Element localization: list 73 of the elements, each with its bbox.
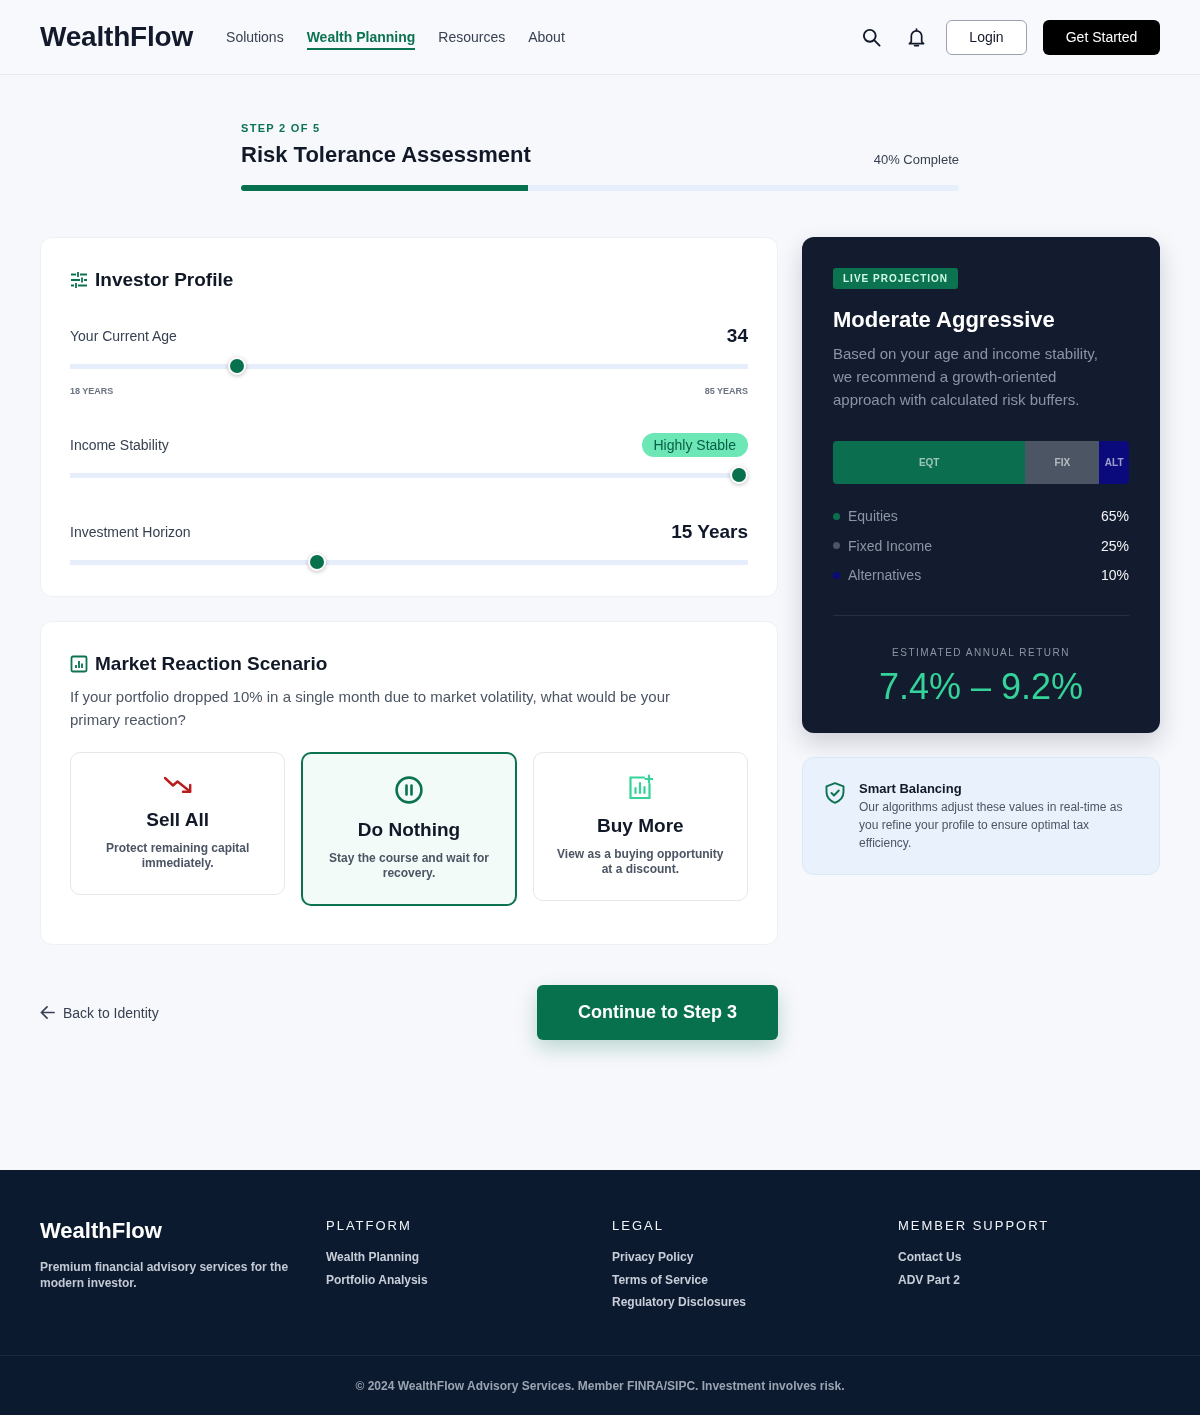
field-value: 15 Years (671, 521, 748, 543)
field-label: Income Stability (70, 437, 169, 453)
legend-value: 65% (1100, 508, 1129, 524)
reaction-option[interactable]: Do Nothing Stay the course and wait for recovery. (301, 752, 517, 906)
range-max-label: 85 YEARS (704, 385, 748, 397)
footer-heading: MEMBER SUPPORT (898, 1217, 1051, 1235)
return-label: ESTIMATED ANNUAL RETURN (891, 646, 1071, 660)
brand-logo[interactable]: WealthFlow (40, 21, 194, 53)
legend-value: 25% (1100, 537, 1129, 554)
footer-tagline: Premium financial advisory services for the modern investor. (40, 1259, 290, 1291)
range-min-label: 18 YEARS (70, 385, 114, 397)
legend-label: Equities (848, 508, 898, 524)
option-title: Do Nothing (357, 818, 461, 842)
nav-link[interactable]: Solutions (226, 24, 284, 50)
slider-thumb[interactable] (307, 553, 326, 571)
nav-link[interactable]: Wealth Planning (306, 24, 416, 50)
footer-link[interactable]: Contact Us (898, 1249, 962, 1265)
info-text: Our algorithms adjust these values in real-time as you refine your profile to ensure optimal tax efficiency. (859, 799, 1123, 852)
field-value: 34 (726, 325, 748, 347)
option-description: View as a buying opportunity at a discount. (556, 847, 725, 877)
option-title: Buy More (597, 814, 684, 838)
shield-check-icon (825, 782, 845, 804)
legend-label: Fixed Income (848, 537, 933, 554)
footer-link[interactable]: Portfolio Analysis (326, 1271, 428, 1288)
progress-status: 40% Complete (873, 151, 959, 169)
bell-icon[interactable] (908, 27, 925, 47)
page-title: Risk Tolerance Assessment (241, 141, 531, 169)
sliders-icon (70, 271, 88, 289)
footer-link[interactable]: Privacy Policy (612, 1249, 694, 1265)
nav-link[interactable]: Resources (438, 24, 506, 50)
slider-thumb[interactable] (228, 357, 247, 375)
allocation-segment: EQT (833, 441, 1026, 484)
login-button[interactable]: Login (946, 19, 1027, 55)
get-started-button[interactable]: Get Started (1043, 19, 1160, 55)
field-label: Your Current Age (70, 328, 177, 344)
status-badge: Highly Stable (641, 433, 748, 457)
footer-link[interactable]: Wealth Planning (326, 1249, 420, 1265)
footer-link[interactable]: Terms of Service (612, 1271, 708, 1288)
pause-icon (395, 776, 423, 804)
footer-logo: WealthFlow (40, 1217, 163, 1245)
step-label: STEP 2 OF 5 (241, 121, 322, 135)
return-value: 7.4% – 9.2% (877, 665, 1085, 709)
card-title: Market Reaction Scenario (95, 652, 328, 676)
arrow-left-icon (40, 1005, 55, 1020)
profile-title: Moderate Aggressive (833, 306, 1056, 334)
option-description: Stay the course and wait for recovery. (327, 851, 490, 881)
info-title: Smart Balancing (859, 780, 963, 798)
footer-heading: PLATFORM (326, 1217, 413, 1235)
footer-heading: LEGAL (612, 1217, 665, 1235)
option-title: Sell All (146, 808, 209, 832)
reaction-option[interactable]: Buy More View as a buying opportunity at a discount. (532, 752, 748, 901)
live-badge: LIVE PROJECTION (833, 268, 958, 289)
search-icon[interactable] (862, 27, 881, 47)
trend-down-icon (162, 774, 193, 794)
footer-link[interactable]: Regulatory Disclosures (612, 1294, 747, 1310)
profile-description: Based on your age and income stability, we recommend a growth-oriented approach with calculated risk buffers. (833, 344, 1099, 410)
card-title: Investor Profile (95, 268, 234, 292)
reaction-option[interactable]: Sell All Protect remaining capital immediately. (70, 752, 286, 895)
nav-link[interactable]: About (528, 24, 565, 50)
slider-thumb[interactable] (730, 466, 748, 484)
bar-chart-icon (70, 655, 88, 673)
continue-button[interactable]: Continue to Step 3 (537, 985, 778, 1040)
field-label: Investment Horizon (70, 524, 191, 540)
chart-plus-icon (627, 774, 654, 800)
question-text: If your portfolio dropped 10% in a single month due to market volatility, what would be your primary reaction? (70, 687, 672, 730)
legend-value: 10% (1100, 567, 1129, 583)
footer-link[interactable]: ADV Part 2 (898, 1271, 961, 1288)
option-description: Protect remaining capital immediately. (104, 841, 251, 871)
copyright-text: © 2024 WealthFlow Advisory Services. Member FINRA/SIPC. Investment involves risk. (355, 1378, 845, 1393)
legend-label: Alternatives (848, 567, 922, 583)
back-link[interactable]: Back to Identity (40, 1004, 159, 1021)
allocation-segment: ALT (1099, 441, 1129, 484)
allocation-segment: FIX (1025, 441, 1100, 484)
